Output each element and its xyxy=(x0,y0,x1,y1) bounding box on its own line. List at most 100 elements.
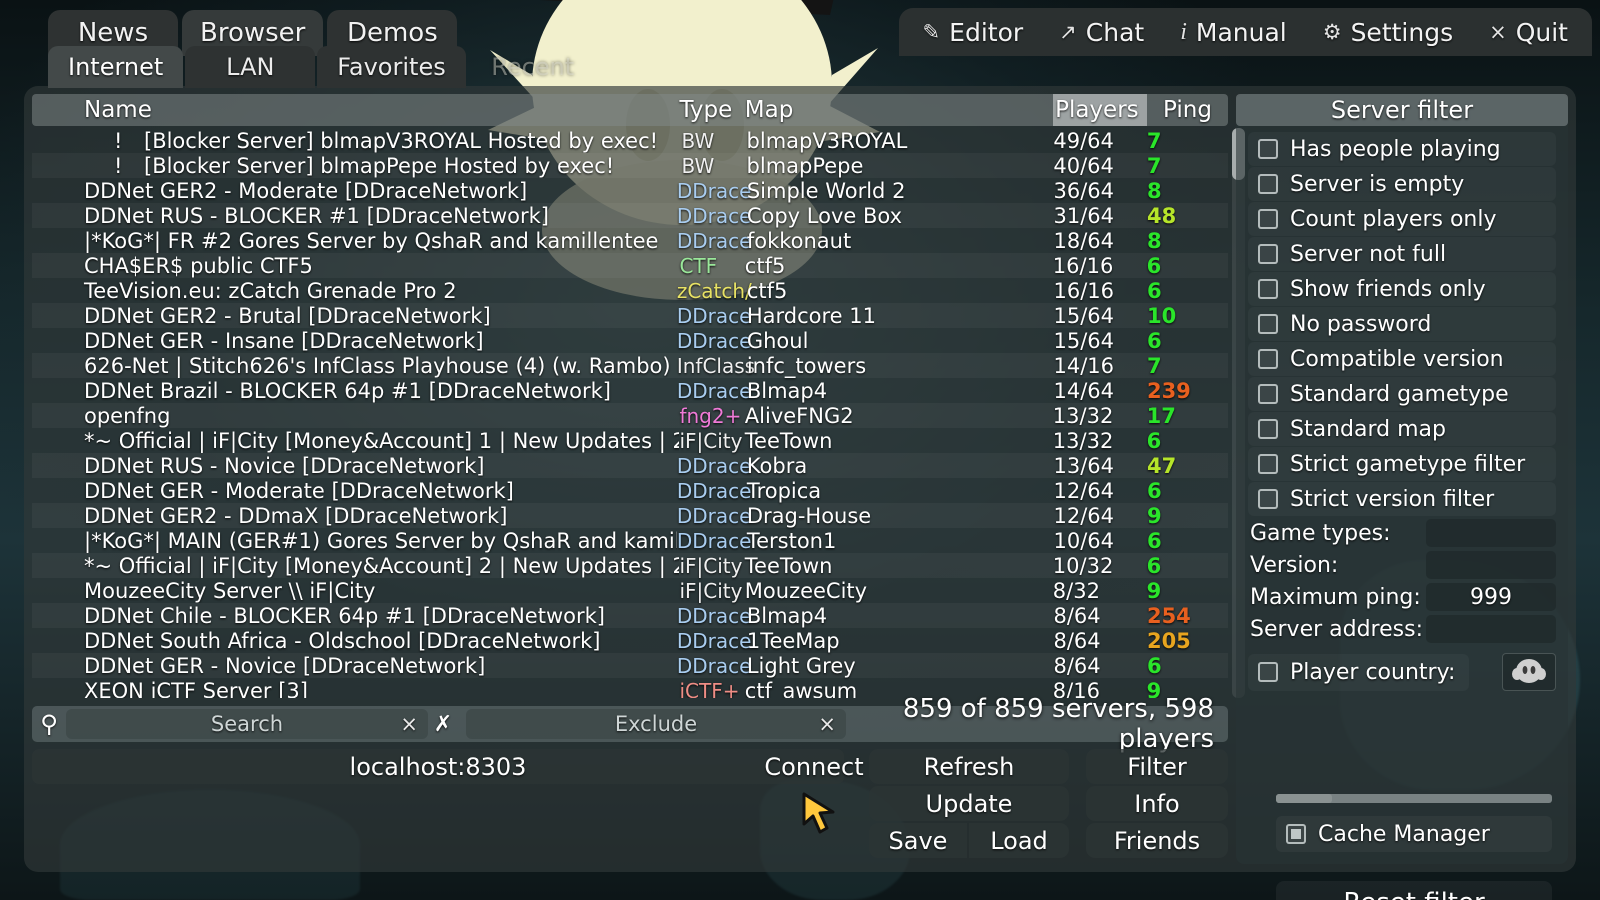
checkbox-icon[interactable] xyxy=(1258,454,1278,474)
menu-item-chat[interactable]: ↗ Chat xyxy=(1041,8,1162,56)
server-ping-cell: 7 xyxy=(1146,153,1162,178)
table-row[interactable]: CHA$ER$ public CTF5 CTF ctf5 16/16 6 xyxy=(32,253,1228,278)
checkbox-icon[interactable] xyxy=(1258,209,1278,229)
filter-checkbox-row[interactable]: Strict version filter xyxy=(1248,482,1556,516)
tab-lan[interactable]: LAN xyxy=(185,46,316,88)
filter-checkbox-row[interactable]: Standard gametype xyxy=(1248,377,1556,411)
server-players-cell: 8/64 xyxy=(1053,653,1101,678)
server-players-cell: 8/64 xyxy=(1053,603,1101,628)
server-ping-cell: 6 xyxy=(1146,653,1162,678)
checkbox-icon[interactable] xyxy=(1258,419,1278,439)
column-header-players[interactable]: Players xyxy=(1052,94,1147,126)
checkbox-icon[interactable] xyxy=(1258,384,1278,404)
filter-field-input[interactable] xyxy=(1426,551,1556,579)
filter-field-input[interactable] xyxy=(1426,615,1556,643)
server-type-cell: iF|City xyxy=(679,578,743,603)
filter-panel-divider[interactable] xyxy=(1276,794,1552,803)
locate-icon[interactable]: ⚲ xyxy=(32,707,66,741)
filter-checkbox-row[interactable]: Server not full xyxy=(1248,237,1556,271)
cache-manager-button[interactable]: Cache Manager xyxy=(1276,816,1552,852)
filter-checkbox-row[interactable]: Compatible version xyxy=(1248,342,1556,376)
load-button[interactable]: Load xyxy=(969,823,1069,858)
checkbox-icon[interactable] xyxy=(1258,244,1278,264)
table-row[interactable]: DDNet Brazil - BLOCKER 64p #1 [DDraceNet… xyxy=(32,378,1228,403)
server-address-input[interactable]: localhost:8303 xyxy=(32,749,844,784)
filter-field-input[interactable]: 999 xyxy=(1426,583,1556,611)
player-country-checkbox[interactable] xyxy=(1258,662,1278,682)
filter-checkbox-row[interactable]: Server is empty xyxy=(1248,167,1556,201)
game-window: News Browser Demos Internet LAN Favorite… xyxy=(0,0,1600,900)
table-row[interactable]: DDNet RUS - BLOCKER #1 [DDraceNetwork] DD… xyxy=(32,203,1228,228)
menu-item-manual[interactable]: i Manual xyxy=(1162,8,1305,56)
filter-checkbox-row[interactable]: Show friends only xyxy=(1248,272,1556,306)
menu-item-settings[interactable]: ⚙ Settings xyxy=(1305,8,1471,56)
server-name-cell: |*KoG*| FR #2 Gores Server by QshaR and … xyxy=(84,228,659,253)
table-row[interactable]: DDNet GER - Novice [DDraceNetwork] DDrace… xyxy=(32,653,1228,678)
player-country-flag-button[interactable] xyxy=(1502,653,1556,691)
friends-button[interactable]: Friends xyxy=(1086,823,1228,858)
tab-favorites[interactable]: Favorites xyxy=(317,46,466,88)
menu-item-editor[interactable]: ✎ Editor xyxy=(905,8,1042,56)
tab-recent[interactable]: Recent xyxy=(468,46,598,88)
server-ping-cell: 9 xyxy=(1146,503,1162,528)
table-row[interactable]: DDNet RUS - Novice [DDraceNetwork] DDrace… xyxy=(32,453,1228,478)
table-row[interactable]: DDNet GER - Moderate [DDraceNetwork] DDra… xyxy=(32,478,1228,503)
table-row[interactable]: openfng fng2+ AliveFNG2 13/32 17 xyxy=(32,403,1228,428)
search-input[interactable]: Search × xyxy=(66,709,428,739)
server-filter-panel: Server filter Has people playing Server i… xyxy=(1236,94,1568,864)
info-button[interactable]: Info xyxy=(1086,786,1228,821)
update-button[interactable]: Update xyxy=(869,786,1069,821)
cache-manager-checkbox[interactable] xyxy=(1286,824,1306,844)
exclude-input[interactable]: Exclude × xyxy=(466,709,846,739)
checkbox-icon[interactable] xyxy=(1258,174,1278,194)
table-row[interactable]: 626-Net | Stitch626's InfClass Playhouse… xyxy=(32,353,1228,378)
table-row[interactable]: *~ Official | iF|City [Money&Account] 1 … xyxy=(32,428,1228,453)
exclude-clear-icon[interactable]: × xyxy=(818,712,836,736)
table-row[interactable]: DDNet South Africa - Oldschool [DDraceNe… xyxy=(32,628,1228,653)
server-name-cell: |*KoG*| MAIN (GER#1) Gores Server by Qsh… xyxy=(84,528,677,553)
checkbox-icon[interactable] xyxy=(1258,139,1278,159)
save-button[interactable]: Save xyxy=(869,823,967,858)
table-row[interactable]: DDNet GER2 - Brutal [DDraceNetwork] DDrac… xyxy=(32,303,1228,328)
checkbox-icon[interactable] xyxy=(1258,279,1278,299)
table-row[interactable]: |*KoG*| MAIN (GER#1) Gores Server by Qsh… xyxy=(32,528,1228,553)
server-players-cell: 14/16 xyxy=(1053,353,1114,378)
table-row[interactable]: *~ Official | iF|City [Money&Account] 2 … xyxy=(32,553,1228,578)
filter-field-input[interactable] xyxy=(1426,519,1556,547)
table-row[interactable]: DDNet Chile - BLOCKER 64p #1 [DDraceNetw… xyxy=(32,603,1228,628)
filter-checkbox-row[interactable]: Count players only xyxy=(1248,202,1556,236)
search-clear-icon[interactable]: × xyxy=(400,712,418,736)
checkbox-icon[interactable] xyxy=(1258,349,1278,369)
reset-filter-button[interactable]: Reset filter xyxy=(1276,881,1552,900)
checkbox-icon[interactable] xyxy=(1258,314,1278,334)
filter-checkbox-row[interactable]: Standard map xyxy=(1248,412,1556,446)
table-row[interactable]: DDNet GER - Insane [DDraceNetwork] DDrace… xyxy=(32,328,1228,353)
player-country-label: Player country: xyxy=(1290,659,1456,685)
server-players-cell: 10/32 xyxy=(1052,553,1114,578)
filter-checkbox-row[interactable]: Has people playing xyxy=(1248,132,1556,166)
table-row[interactable]: |*KoG*| FR #2 Gores Server by QshaR and … xyxy=(32,228,1228,253)
column-header-type[interactable]: Type xyxy=(679,94,744,126)
server-list[interactable]: ! [Blocker Server] blmapV3ROYAL Hosted by… xyxy=(32,128,1228,698)
exclude-toggle-icon[interactable]: ✗ xyxy=(428,712,458,737)
filter-button[interactable]: Filter xyxy=(1086,749,1228,784)
player-country-toggle[interactable]: Player country: xyxy=(1248,654,1469,691)
server-list-header: Name Type Map Players Ping xyxy=(32,94,1228,126)
table-row[interactable]: DDNet GER2 - Moderate [DDraceNetwork] DDr… xyxy=(32,178,1228,203)
filter-checkbox-row[interactable]: Strict gametype filter xyxy=(1248,447,1556,481)
refresh-button[interactable]: Refresh xyxy=(869,749,1069,784)
checkbox-icon[interactable] xyxy=(1258,489,1278,509)
table-row[interactable]: ! [Blocker Server] blmapV3ROYAL Hosted by… xyxy=(32,128,1228,153)
column-header-ping[interactable]: Ping xyxy=(1147,94,1228,126)
table-row[interactable]: TeeVision.eu: zCatch Grenade Pro 2 zCatch… xyxy=(32,278,1228,303)
column-header-name[interactable]: Name xyxy=(32,94,679,126)
table-row[interactable]: MouzeeCity Server \\ iF|City iF|City Mouze… xyxy=(32,578,1228,603)
filter-checkbox-label: Has people playing xyxy=(1290,136,1501,162)
table-row[interactable]: ! [Blocker Server] blmapPepe Hosted by ex… xyxy=(32,153,1228,178)
table-row[interactable]: DDNet GER2 - DDmaX [DDraceNetwork] DDrace… xyxy=(32,503,1228,528)
menu-label-settings: Settings xyxy=(1350,17,1454,47)
column-header-map[interactable]: Map xyxy=(745,94,1053,126)
filter-checkbox-row[interactable]: No password xyxy=(1248,307,1556,341)
tab-internet[interactable]: Internet xyxy=(48,46,184,88)
menu-item-quit[interactable]: × Quit xyxy=(1471,8,1586,56)
